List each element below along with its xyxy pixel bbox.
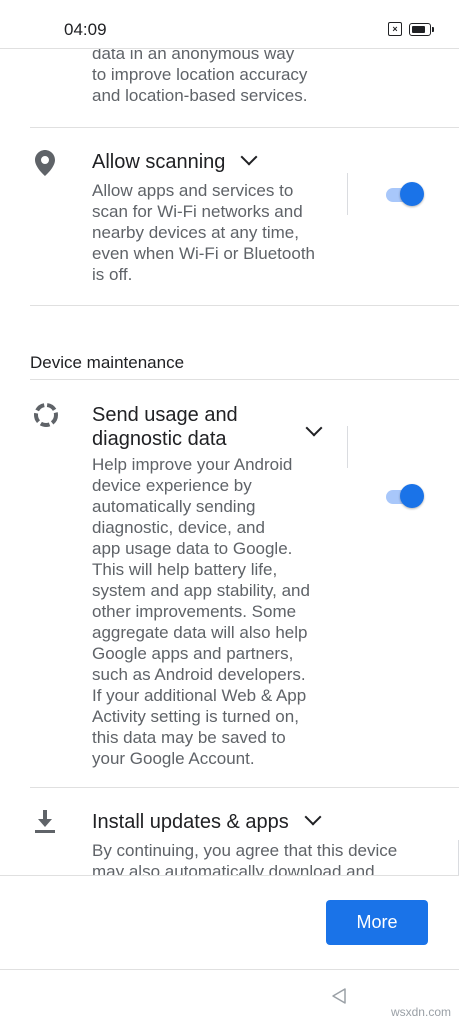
navigation-bar: wsxdn.com [0,969,459,1025]
status-icons: × [388,22,434,36]
settings-scroll-area[interactable]: data in an anonymous way to improve loca… [0,49,459,875]
no-sim-icon: × [388,22,402,36]
chevron-down-icon[interactable] [304,808,322,826]
allow-scanning-title: Allow scanning [92,151,226,173]
battery-icon [409,22,434,36]
toggle-separator [347,173,348,215]
download-icon [35,810,55,833]
allow-scanning-title-row[interactable]: Allow scanning [92,148,258,174]
allow-scanning-toggle[interactable] [384,182,426,208]
allow-scanning-setting[interactable]: Allow scanning Allow apps and services t… [0,128,459,305]
footer: More [0,875,459,970]
location-pin-icon [35,150,55,176]
chevron-down-icon[interactable] [240,148,258,166]
install-updates-title-row[interactable]: Install updates & apps [92,808,322,834]
divider [30,305,459,306]
back-icon[interactable] [330,987,348,1005]
install-updates-description: By continuing, you agree that this devic… [92,841,398,875]
usage-diagnostics-toggle[interactable] [384,484,426,510]
loading-circle-icon [34,403,58,427]
install-updates-setting[interactable]: Install updates & apps By continuing, yo… [0,788,459,875]
more-button[interactable]: More [326,900,428,945]
location-description-tail: data in an anonymous way to improve loca… [92,49,308,105]
toggle-separator [347,426,348,468]
chevron-down-icon[interactable] [305,419,323,437]
toggle-thumb [400,484,424,508]
status-bar: 04:09 × [0,0,459,50]
usage-diagnostics-title: Send usage and diagnostic data [92,404,238,450]
install-updates-title: Install updates & apps [92,811,289,833]
usage-diagnostics-setting[interactable]: Send usage and diagnostic data Help impr… [0,380,459,786]
allow-scanning-description: Allow apps and services to scan for Wi-F… [92,181,315,284]
status-time: 04:09 [64,20,107,39]
watermark: wsxdn.com [390,1005,451,1019]
toggle-thumb [400,182,424,206]
device-maintenance-header: Device maintenance [30,353,185,372]
usage-diagnostics-description: Help improve your Android device experie… [92,455,310,768]
